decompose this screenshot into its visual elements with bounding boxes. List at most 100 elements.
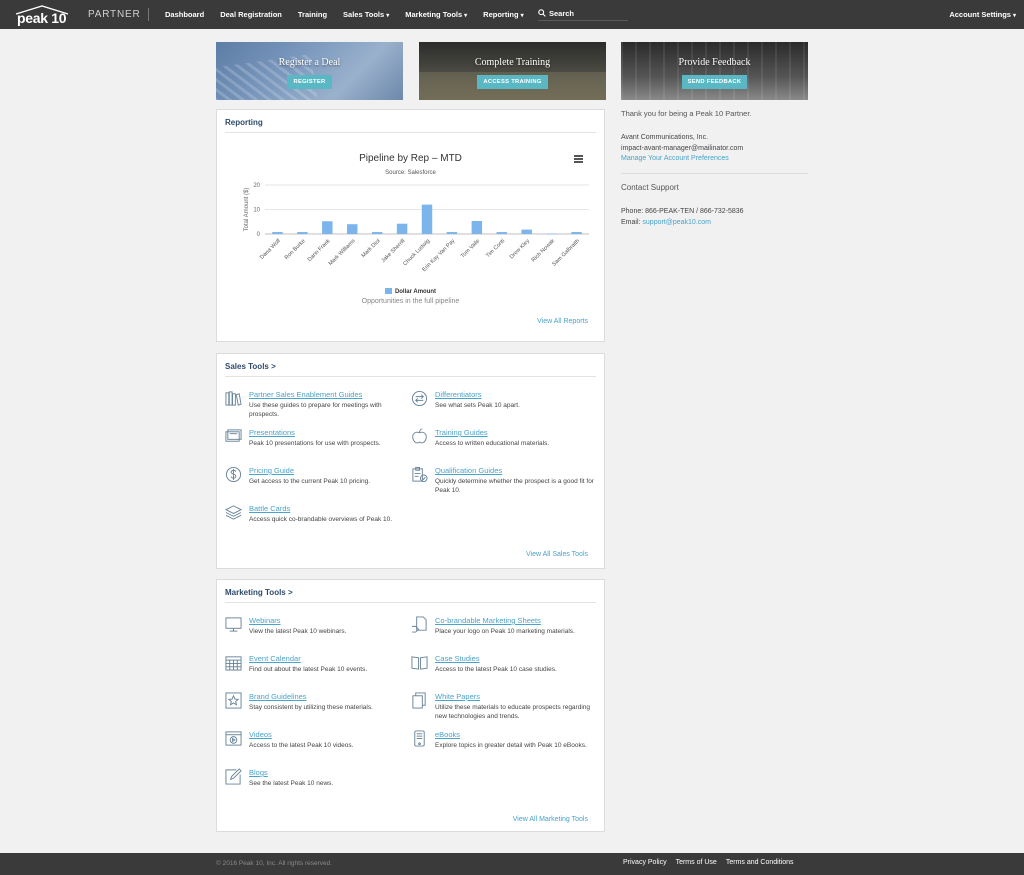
calendar-icon bbox=[225, 656, 242, 671]
nav-training-label: Training bbox=[297, 10, 328, 19]
footer: © 2016 Peak 10, Inc. All rights reserved… bbox=[0, 853, 1024, 875]
presentation-icon bbox=[225, 429, 242, 442]
search-input[interactable]: Search bbox=[538, 6, 628, 21]
y-tick-label: 10 bbox=[253, 208, 260, 214]
manage-preferences-link[interactable]: Manage Your Account Preferences bbox=[621, 155, 729, 162]
webinars-link[interactable]: Webinars bbox=[249, 616, 281, 625]
nav-marketing-tools[interactable]: Marketing Tools ▾ bbox=[405, 10, 467, 19]
video-icon bbox=[225, 731, 242, 746]
tool-description: Get access to the current Peak 10 pricin… bbox=[249, 478, 371, 485]
account-email: impact-avant-manager@mailinator.com bbox=[621, 144, 744, 152]
tool-description: Explore topics in greater detail with Pe… bbox=[435, 742, 587, 749]
sales-tools-heading[interactable]: Sales Tools > bbox=[225, 362, 276, 371]
main-nav: Dashboard Deal Registration Training Sal… bbox=[165, 10, 540, 19]
send-feedback-button[interactable]: SEND FEEDBACK bbox=[681, 75, 748, 89]
battle-cards-link[interactable]: Battle Cards bbox=[249, 504, 290, 513]
copyright: © 2016 Peak 10, Inc. All rights reserved… bbox=[216, 860, 333, 867]
y-tick-label: 0 bbox=[257, 232, 261, 238]
bar bbox=[571, 232, 582, 234]
blogs-link[interactable]: Blogs bbox=[249, 768, 268, 777]
chart-legend[interactable]: Dollar Amount bbox=[217, 288, 604, 295]
arrows-circle-icon bbox=[411, 390, 428, 407]
nav-reporting[interactable]: Reporting ▾ bbox=[483, 10, 523, 19]
contact-support-heading: Contact Support bbox=[621, 183, 679, 192]
pipeline-chart: 01020Total Amount ($)Dana Wolf Ron Burke D… bbox=[244, 183, 589, 273]
bar bbox=[322, 221, 333, 234]
bar bbox=[272, 232, 283, 234]
nav-sales-tools[interactable]: Sales Tools ▾ bbox=[343, 10, 389, 19]
view-all-reports-link[interactable]: View All Reports bbox=[537, 318, 588, 325]
privacy-policy-link[interactable]: Privacy Policy bbox=[623, 859, 667, 866]
nav-divider bbox=[148, 8, 149, 21]
panel-divider bbox=[225, 376, 596, 377]
partner-label: PARTNER bbox=[88, 9, 141, 20]
search-icon bbox=[538, 9, 546, 17]
open-book-icon bbox=[411, 656, 428, 670]
star-frame-icon bbox=[225, 692, 242, 709]
tool-description: Access to the latest Peak 10 case studie… bbox=[435, 666, 557, 673]
access-training-button[interactable]: ACCESS TRAINING bbox=[477, 75, 548, 89]
account-settings-label: Account Settings bbox=[949, 10, 1011, 19]
account-settings-menu[interactable]: Account Settings ▾ bbox=[949, 10, 1016, 19]
tool-description: Access to the latest Peak 10 videos. bbox=[249, 742, 354, 749]
x-tick-label: Rich Nowak bbox=[531, 238, 556, 263]
bar bbox=[496, 232, 508, 234]
co-brandable-marketing-sheets-link[interactable]: Co-brandable Marketing Sheets bbox=[435, 616, 541, 625]
support-email-link[interactable]: support@peak10.com bbox=[642, 219, 711, 226]
differentiators-link[interactable]: Differentiators bbox=[435, 390, 482, 399]
presentations-link[interactable]: Presentations bbox=[249, 428, 295, 437]
terms-and-conditions-link[interactable]: Terms and Conditions bbox=[726, 859, 794, 866]
x-tick-label: Jake Sherrill bbox=[380, 238, 406, 264]
chevron-down-icon: ▾ bbox=[386, 13, 390, 19]
partner-sales-enablement-guides-link[interactable]: Partner Sales Enablement Guides bbox=[249, 390, 362, 399]
x-tick-label: Darin Frank bbox=[307, 238, 332, 263]
white-papers-link[interactable]: White Papers bbox=[435, 692, 480, 701]
nav-deal-registration[interactable]: Deal Registration bbox=[220, 10, 282, 19]
nav-dashboard-label: Dashboard bbox=[165, 10, 205, 19]
tool-description: Utilize these materials to educate prosp… bbox=[435, 704, 590, 720]
panel-divider bbox=[225, 602, 596, 603]
brand-guidelines-link[interactable]: Brand Guidelines bbox=[249, 692, 307, 701]
x-tick-label: Sam Galbraith bbox=[551, 238, 581, 268]
x-tick-label: Drew Kley bbox=[509, 238, 531, 260]
event-calendar-link[interactable]: Event Calendar bbox=[249, 654, 301, 663]
tool-description: Stay consistent by utilizing these mater… bbox=[249, 704, 373, 711]
register-button[interactable]: REGISTER bbox=[287, 75, 332, 89]
tool-description: See what sets Peak 10 apart. bbox=[435, 402, 520, 409]
nav-deal-registration-label: Deal Registration bbox=[220, 10, 282, 19]
terms-of-use-link[interactable]: Terms of Use bbox=[676, 859, 717, 866]
complete-training-title: Complete Training bbox=[474, 57, 551, 68]
nav-training[interactable]: Training bbox=[298, 10, 327, 19]
training-guides-link[interactable]: Training Guides bbox=[435, 428, 488, 437]
tool-description: Place your logo on Peak 10 marketing mat… bbox=[435, 628, 575, 635]
bar bbox=[471, 221, 483, 234]
videos-link[interactable]: Videos bbox=[249, 730, 272, 739]
pricing-guide-link[interactable]: Pricing Guide bbox=[249, 466, 294, 475]
x-tick-label: Mark Diol bbox=[361, 238, 382, 259]
books-icon bbox=[225, 391, 242, 406]
x-tick-label: Dana Wolf bbox=[259, 238, 282, 261]
ebooks-link[interactable]: eBooks bbox=[435, 730, 460, 739]
support-phone: Phone: 866-PEAK-TEN / 866-732-5836 bbox=[621, 208, 744, 215]
legend-label: Dollar Amount bbox=[394, 289, 437, 295]
case-studies-link[interactable]: Case Studies bbox=[435, 654, 480, 663]
monitor-icon bbox=[225, 617, 242, 632]
nav-dashboard[interactable]: Dashboard bbox=[165, 10, 204, 19]
bar bbox=[371, 232, 383, 234]
logo-text: peak 10 bbox=[17, 10, 67, 26]
qualification-guides-link[interactable]: Qualification Guides bbox=[435, 466, 502, 475]
x-tick-label: Tom Vaile bbox=[460, 238, 481, 259]
tool-description: Find out about the latest Peak 10 events… bbox=[249, 666, 368, 673]
view-all-sales-tools-link[interactable]: View All Sales Tools bbox=[526, 551, 588, 558]
provide-feedback-banner: Provide Feedback SEND FEEDBACK bbox=[621, 42, 808, 100]
marketing-tools-heading[interactable]: Marketing Tools > bbox=[225, 588, 293, 597]
partner-thanks: Thank you for being a Peak 10 Partner. bbox=[621, 109, 752, 118]
view-all-marketing-tools-link[interactable]: View All Marketing Tools bbox=[513, 816, 588, 823]
y-tick-label: 20 bbox=[253, 183, 260, 189]
pencil-note-icon bbox=[225, 768, 242, 785]
complete-training-banner: Complete Training ACCESS TRAINING bbox=[419, 42, 606, 100]
tool-description: Use these guides to prepare for meetings… bbox=[249, 402, 382, 418]
provide-feedback-title: Provide Feedback bbox=[678, 57, 751, 68]
dollar-circle-icon bbox=[225, 466, 242, 483]
peak10-logo[interactable]: peak 10 bbox=[14, 4, 70, 26]
